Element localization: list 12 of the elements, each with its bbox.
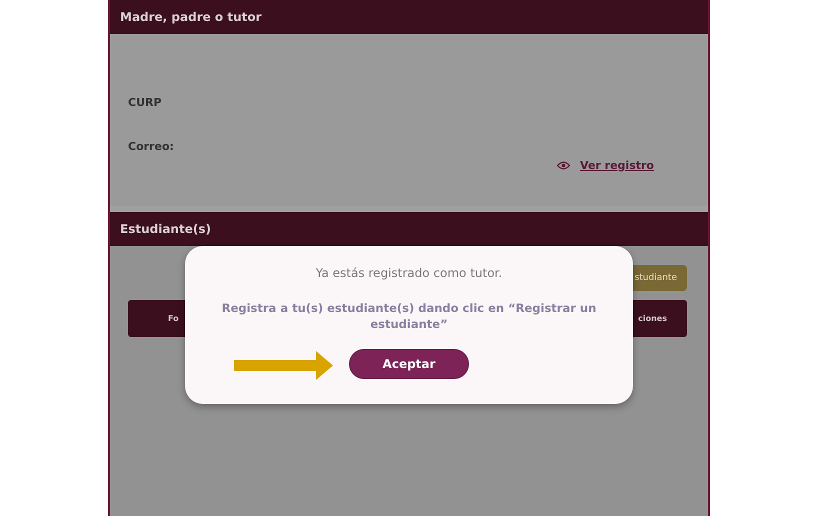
dialog-message: Ya estás registrado como tutor. [316, 266, 502, 280]
eye-icon [557, 161, 570, 170]
view-record-link[interactable]: Ver registro [580, 159, 654, 172]
column-header: Fo [168, 314, 179, 323]
section-header: Madre, padre o tutor [110, 0, 708, 34]
column-header: ciones [638, 314, 667, 323]
field-label: Correo: [128, 140, 175, 153]
section-header: Estudiante(s) [110, 212, 708, 246]
arrow-icon [234, 351, 333, 380]
dialog-instruction: Registra a tu(s) estudiante(s) dando clic en “Registrar un estudiante” [220, 300, 598, 332]
field-label: CURP [128, 96, 163, 109]
accept-button[interactable]: Aceptar [349, 349, 469, 379]
